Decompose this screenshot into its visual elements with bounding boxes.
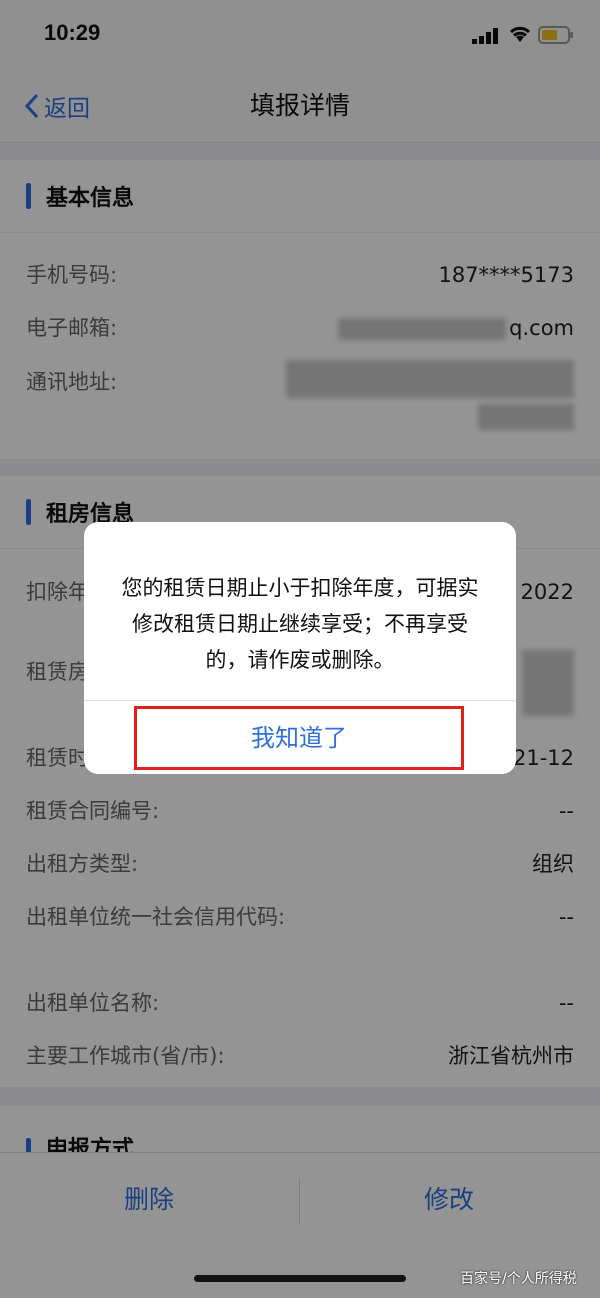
watermark: 百家号/个人所得税 — [460, 1271, 577, 1287]
dialog-confirm-button[interactable]: 我知道了 — [134, 706, 464, 770]
dialog-message: 您的租赁日期止小于扣除年度，可据实修改租赁日期止继续享受；不再享受的，请作废或删… — [121, 576, 479, 672]
dialog-divider — [84, 700, 516, 701]
alert-dialog: 您的租赁日期止小于扣除年度，可据实修改租赁日期止继续享受；不再享受的，请作废或删… — [84, 522, 516, 774]
